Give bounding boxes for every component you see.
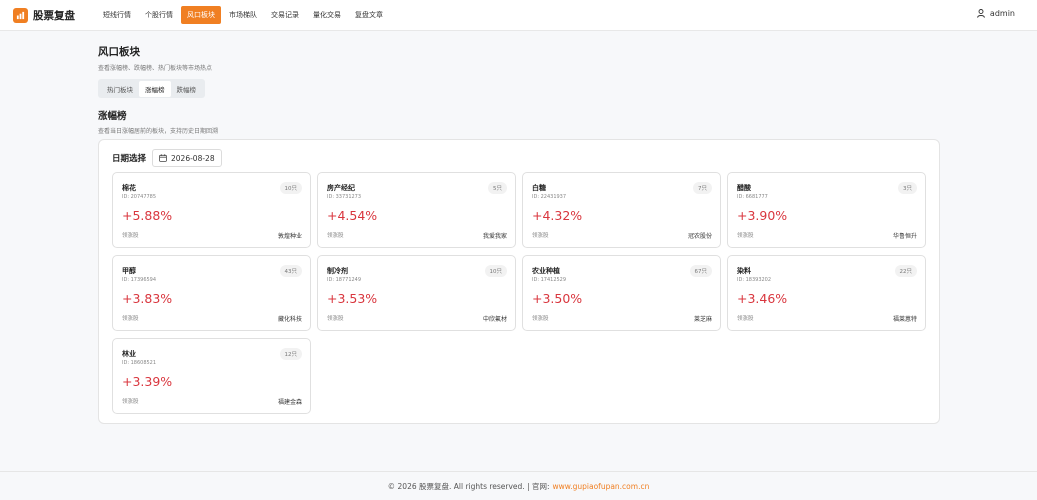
change-percent: +5.88%: [122, 208, 173, 223]
nav-item-short-term[interactable]: 短线行情: [97, 6, 137, 24]
sector-name: 染料: [737, 267, 751, 275]
sector-id: ID: 6681777: [737, 194, 768, 200]
sector-id: ID: 18393202: [737, 277, 772, 283]
lead-label: 领涨股: [327, 233, 344, 239]
sector-id: ID: 17396594: [122, 277, 157, 283]
date-label: 日期选择: [112, 154, 147, 164]
gainers-panel: 日期选择 2026-08-28 棉花 ID: 20747785 10只 +5.8…: [98, 139, 940, 424]
lead-stock[interactable]: 莱芝麻: [694, 314, 712, 323]
chart-icon: [13, 7, 28, 23]
app-name: 股票复盘: [33, 9, 75, 22]
nav-item-quant-trading[interactable]: 量化交易: [307, 6, 347, 24]
stock-count-badge: 43只: [279, 265, 302, 277]
lead-stock[interactable]: 我爱我家: [483, 231, 507, 240]
change-percent: +3.50%: [532, 291, 583, 306]
sector-name: 甲醇: [122, 267, 136, 275]
sector-name: 白糖: [532, 184, 546, 192]
sector-card[interactable]: 甲醇 ID: 17396594 43只 +3.83% 领涨股 藏化科技: [112, 255, 311, 331]
sector-card[interactable]: 白糖 ID: 22431937 7只 +4.32% 领涨股 冠农股份: [522, 172, 721, 248]
user-icon: [977, 9, 985, 18]
nav-item-review-articles[interactable]: 复盘文章: [349, 6, 389, 24]
section-title: 涨幅榜: [98, 111, 127, 122]
lead-label: 领涨股: [122, 233, 139, 239]
lead-label: 领涨股: [122, 399, 139, 405]
lead-label: 领涨股: [737, 316, 754, 322]
lead-label: 领涨股: [122, 316, 139, 322]
change-percent: +3.90%: [737, 208, 788, 223]
page-subtitle: 查看涨幅榜、跌幅榜、热门板块等市场热点: [98, 65, 213, 72]
stock-count-badge: 3只: [898, 182, 917, 194]
change-percent: +4.54%: [327, 208, 378, 223]
sector-id: ID: 18608521: [122, 360, 157, 366]
sector-card[interactable]: 房产经纪 ID: 33731273 5只 +4.54% 领涨股 我爱我家: [317, 172, 516, 248]
tab-losers[interactable]: 跌幅榜: [171, 81, 203, 97]
footer-text: © 2026 股票复盘. All rights reserved. | 官网:: [387, 481, 550, 491]
page-title: 风口板块: [98, 46, 140, 58]
app-logo[interactable]: 股票复盘: [13, 7, 75, 23]
date-selector: 日期选择 2026-08-28: [112, 149, 222, 167]
stock-count-badge: 10只: [484, 265, 507, 277]
sector-card[interactable]: 醋酸 ID: 6681777 3只 +3.90% 领涨股 华鲁恒升: [727, 172, 926, 248]
lead-stock[interactable]: 福建金森: [278, 397, 302, 406]
lead-stock[interactable]: 敦煌种业: [278, 231, 302, 240]
stock-count-badge: 5只: [488, 182, 507, 194]
nav-item-trade-records[interactable]: 交易记录: [265, 6, 305, 24]
change-percent: +3.39%: [122, 374, 173, 389]
sector-card[interactable]: 制冷剂 ID: 18771249 10只 +3.53% 领涨股 中欣氟材: [317, 255, 516, 331]
change-percent: +3.46%: [737, 291, 788, 306]
sector-card[interactable]: 染料 ID: 18393202 22只 +3.46% 领涨股 福莱蒽特: [727, 255, 926, 331]
lead-label: 领涨股: [532, 316, 549, 322]
change-percent: +3.83%: [122, 291, 173, 306]
sector-name: 棉花: [122, 184, 136, 192]
main-content: 风口板块 查看涨幅榜、跌幅榜、热门板块等市场热点 热门板块 涨幅榜 跌幅榜 涨幅…: [98, 44, 940, 424]
sector-id: ID: 18771249: [327, 277, 362, 283]
sector-tabs: 热门板块 涨幅榜 跌幅榜: [98, 79, 205, 98]
sector-card[interactable]: 林业 ID: 18608521 12只 +3.39% 领涨股 福建金森: [112, 338, 311, 414]
nav-item-market-ladder[interactable]: 市场梯队: [223, 6, 263, 24]
date-value: 2026-08-28: [171, 153, 215, 163]
lead-label: 领涨股: [327, 316, 344, 322]
lead-stock[interactable]: 藏化科技: [278, 314, 302, 323]
footer: © 2026 股票复盘. All rights reserved. | 官网: …: [0, 471, 1037, 500]
main-nav: 短线行情 个股行情 风口板块 市场梯队 交易记录 量化交易 复盘文章: [97, 6, 391, 24]
calendar-icon: [159, 154, 167, 162]
lead-label: 领涨股: [532, 233, 549, 239]
user-menu[interactable]: admin: [977, 9, 1015, 18]
sector-name: 制冷剂: [327, 267, 348, 275]
sector-name: 林业: [122, 350, 136, 358]
tab-hot-sectors[interactable]: 热门板块: [101, 81, 139, 97]
footer-website-link[interactable]: www.gupiaofupan.com.cn: [553, 482, 650, 491]
stock-count-badge: 7只: [693, 182, 712, 194]
date-picker-button[interactable]: 2026-08-28: [152, 149, 222, 167]
stock-count-badge: 12只: [279, 348, 302, 360]
sector-name: 房产经纪: [327, 184, 355, 192]
sector-id: ID: 33731273: [327, 194, 362, 200]
section-subtitle: 查看当日涨幅居前的板块，支持历史日期回溯: [98, 128, 219, 135]
lead-stock[interactable]: 中欣氟材: [483, 314, 507, 323]
lead-stock[interactable]: 冠农股份: [688, 231, 712, 240]
sector-card[interactable]: 棉花 ID: 20747785 10只 +5.88% 领涨股 敦煌种业: [112, 172, 311, 248]
stock-count-badge: 67只: [689, 265, 712, 277]
tab-gainers[interactable]: 涨幅榜: [139, 80, 171, 97]
lead-stock[interactable]: 福莱蒽特: [893, 314, 917, 323]
stock-count-badge: 22只: [894, 265, 917, 277]
sector-id: ID: 17412529: [532, 277, 567, 283]
user-name: admin: [989, 9, 1015, 18]
change-percent: +4.32%: [532, 208, 583, 223]
sector-id: ID: 20747785: [122, 194, 157, 200]
nav-item-stock-quotes[interactable]: 个股行情: [139, 6, 179, 24]
lead-stock[interactable]: 华鲁恒升: [893, 231, 917, 240]
sector-name: 农业种植: [532, 267, 560, 275]
stock-count-badge: 10只: [279, 182, 302, 194]
lead-label: 领涨股: [737, 233, 754, 239]
change-percent: +3.53%: [327, 291, 378, 306]
sector-id: ID: 22431937: [532, 194, 567, 200]
sector-name: 醋酸: [737, 184, 751, 192]
nav-item-hot-sectors[interactable]: 风口板块: [181, 6, 221, 24]
sector-card[interactable]: 农业种植 ID: 17412529 67只 +3.50% 领涨股 莱芝麻: [522, 255, 721, 331]
top-navbar: 股票复盘 短线行情 个股行情 风口板块 市场梯队 交易记录 量化交易 复盘文章 …: [0, 0, 1037, 31]
